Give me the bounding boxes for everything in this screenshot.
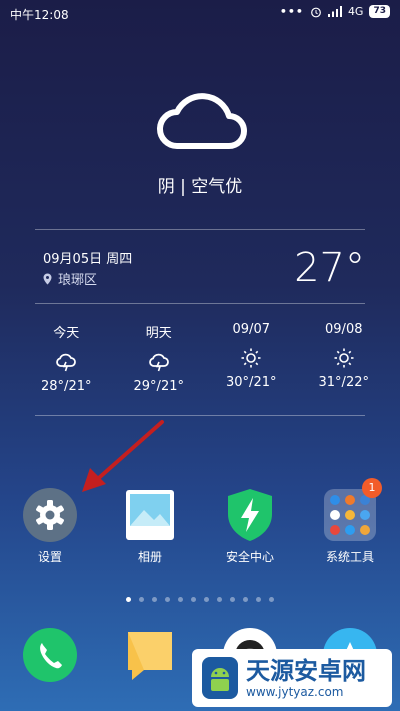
- app-label: 设置: [37, 550, 62, 564]
- forecast-day: 今天 28°/21°: [20, 322, 113, 394]
- status-bar: 中午12:08 ••• 4G 73: [0, 0, 400, 28]
- forecast-label: 09/07: [232, 322, 270, 337]
- page-dot: [230, 597, 235, 602]
- forecast-range: 31°/22°: [318, 375, 369, 390]
- forecast-day: 09/08 31°/22°: [298, 322, 391, 394]
- gear-icon: [23, 488, 77, 542]
- status-icons: ••• 4G 73: [280, 5, 390, 18]
- app-security-center[interactable]: 安全中心: [200, 488, 300, 565]
- dock-messages[interactable]: [100, 628, 200, 682]
- app-label: 相册: [137, 550, 162, 564]
- signal-icon: [327, 6, 342, 17]
- page-dot: [243, 597, 248, 602]
- page-dot: [204, 597, 209, 602]
- settings-tile[interactable]: [23, 488, 77, 542]
- notification-badge: 1: [362, 478, 382, 498]
- security-tile[interactable]: [223, 488, 277, 542]
- forecast-row: 今天 28°/21° 明天 29°/21° 09/07 30°/21° 09/0…: [20, 322, 390, 394]
- app-system-tools[interactable]: 1 系统工具: [300, 478, 400, 565]
- sun-icon: [241, 348, 261, 368]
- more-notifications-icon: •••: [279, 5, 304, 18]
- weather-date: 09月05日 周四: [43, 252, 133, 267]
- page-dot: [152, 597, 157, 602]
- watermark-url: www.jytyaz.com: [246, 685, 344, 699]
- page-dot: [256, 597, 261, 602]
- shield-bolt-icon: [228, 489, 272, 541]
- gallery-icon: [126, 490, 174, 540]
- forecast-range: 28°/21°: [41, 379, 92, 394]
- page-dot: [269, 597, 274, 602]
- gallery-tile[interactable]: [123, 488, 177, 542]
- cloud-icon: [157, 93, 247, 149]
- page-dot: [139, 597, 144, 602]
- page-dot: [178, 597, 183, 602]
- divider: [35, 415, 365, 416]
- network-type: 4G: [347, 5, 364, 18]
- weather-condition: 阴 | 空气优: [157, 177, 243, 197]
- app-gallery[interactable]: 相册: [100, 488, 200, 565]
- page-dot: [126, 597, 131, 602]
- phone-icon: [23, 628, 77, 682]
- android-logo-icon: [202, 657, 238, 699]
- app-settings[interactable]: 设置: [0, 488, 100, 565]
- page-indicator[interactable]: [0, 597, 400, 602]
- battery-icon: 73: [369, 5, 390, 18]
- watermark: 天源安卓网 www.jytyaz.com: [192, 649, 392, 707]
- forecast-label: 明天: [145, 326, 172, 341]
- app-label: 安全中心: [225, 550, 274, 564]
- divider: [35, 303, 365, 304]
- thunder-cloud-icon: [56, 353, 77, 372]
- status-time: 中午12:08: [10, 8, 69, 22]
- divider: [35, 229, 365, 230]
- page-dot: [217, 597, 222, 602]
- annotation-arrow-icon: [82, 420, 164, 492]
- message-icon: [128, 632, 172, 680]
- forecast-day: 09/07 30°/21°: [205, 322, 298, 394]
- current-temperature: 27°: [294, 245, 365, 291]
- forecast-day: 明天 29°/21°: [113, 322, 206, 394]
- location-name: 琅琊区: [58, 273, 98, 288]
- dock-phone[interactable]: [0, 628, 100, 682]
- forecast-label: 今天: [53, 326, 80, 341]
- watermark-text: 天源安卓网 www.jytyaz.com: [246, 657, 366, 699]
- forecast-range: 29°/21°: [133, 379, 184, 394]
- sun-icon: [334, 348, 354, 368]
- page-dot: [191, 597, 196, 602]
- thunder-cloud-icon: [148, 353, 169, 372]
- forecast-range: 30°/21°: [226, 375, 277, 390]
- alarm-icon: [311, 7, 321, 17]
- forecast-label: 09/08: [325, 322, 363, 337]
- weather-location: 琅琊区: [43, 269, 97, 288]
- page-dot: [165, 597, 170, 602]
- watermark-title: 天源安卓网: [246, 657, 366, 685]
- app-label: 系统工具: [325, 550, 374, 564]
- app-row: 设置 相册 安全中心 1 系统工具: [0, 478, 400, 565]
- location-pin-icon: [43, 273, 52, 284]
